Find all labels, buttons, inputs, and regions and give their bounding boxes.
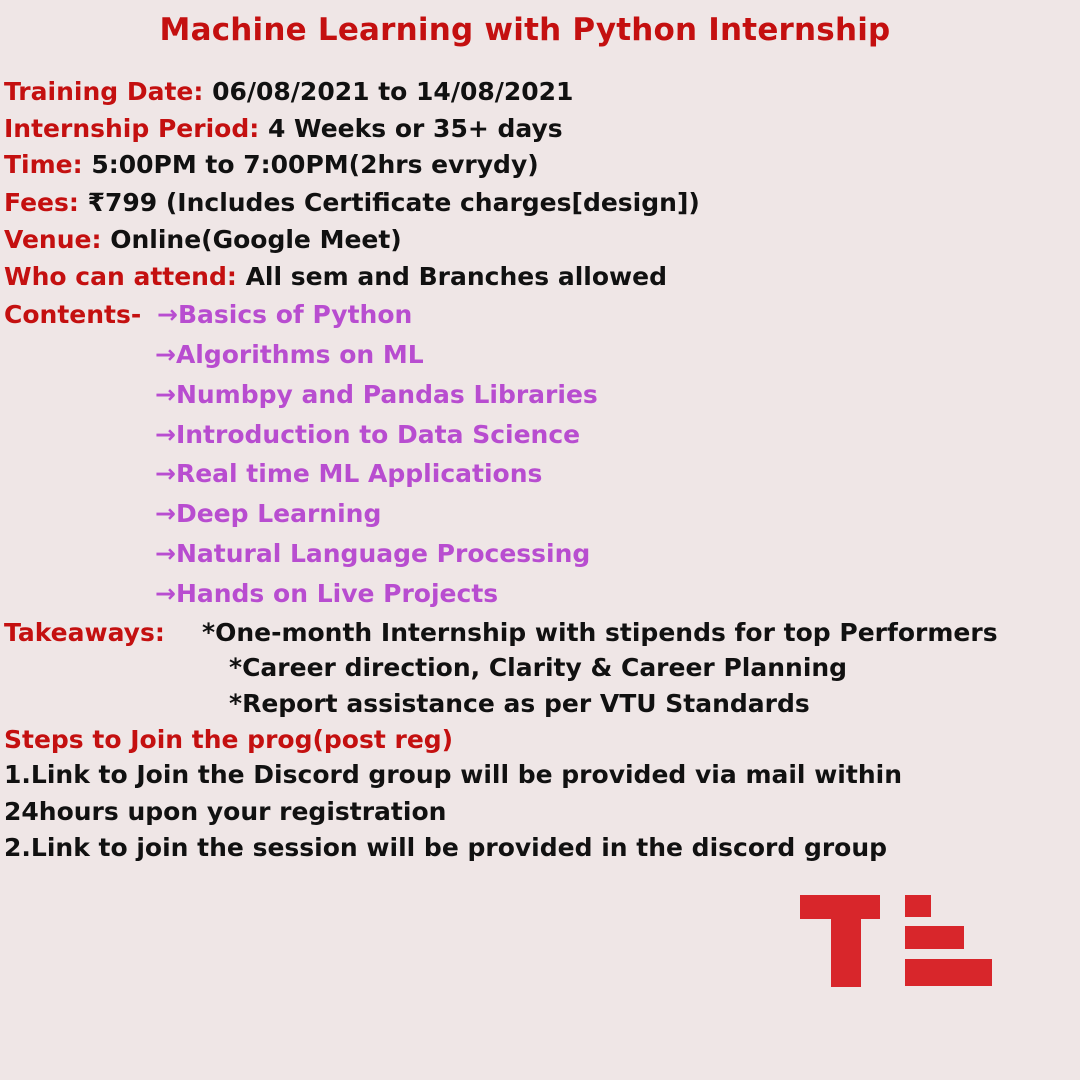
list-item: *Career direction, Clarity & Career Plan…: [229, 653, 848, 682]
steps-line: 2.Link to join the session will be provi…: [4, 833, 888, 862]
detail-label: Fees:: [4, 188, 79, 217]
list-item: →Numbpy and Pandas Libraries: [155, 380, 598, 409]
list-item: →Hands on Live Projects: [155, 579, 499, 608]
list-item: →Introduction to Data Science: [155, 420, 581, 449]
list-item: →Deep Learning: [155, 499, 382, 528]
contents-label: Contents-: [4, 300, 142, 329]
list-item: →Basics of Python: [157, 300, 413, 329]
tl-logo-icon: [800, 895, 992, 987]
steps-line: 24hours upon your registration: [4, 797, 447, 826]
detail-value: 5:00PM to 7:00PM(2hrs evrydy): [82, 150, 539, 179]
detail-internship-period: Internship Period: 4 Weeks or 35+ days: [4, 113, 563, 145]
list-item: →Natural Language Processing: [155, 539, 591, 568]
detail-value: 4 Weeks or 35+ days: [259, 114, 563, 143]
detail-value: 06/08/2021 to 14/08/2021: [203, 77, 574, 106]
takeaways-label: Takeaways:: [4, 618, 165, 647]
detail-fees: Fees: ₹799 (Includes Certificate charges…: [4, 187, 700, 219]
list-item: →Algorithms on ML: [155, 340, 424, 369]
detail-value: Online(Google Meet): [101, 225, 402, 254]
detail-value: ₹799 (Includes Certificate charges[desig…: [78, 188, 700, 217]
detail-label: Training Date:: [4, 77, 204, 106]
detail-label: Venue:: [4, 225, 102, 254]
contents-section: Contents-: [4, 299, 141, 331]
detail-training-date: Training Date: 06/08/2021 to 14/08/2021: [4, 76, 573, 108]
detail-who-can-attend: Who can attend: All sem and Branches all…: [4, 261, 667, 293]
steps-line: 1.Link to Join the Discord group will be…: [4, 760, 902, 789]
detail-label: Time:: [4, 150, 83, 179]
takeaways-section: Takeaways:: [4, 617, 165, 649]
list-item: *One-month Internship with stipends for …: [202, 618, 998, 647]
detail-venue: Venue: Online(Google Meet): [4, 224, 402, 256]
detail-time: Time: 5:00PM to 7:00PM(2hrs evrydy): [4, 149, 539, 181]
detail-value: All sem and Branches allowed: [236, 262, 667, 291]
list-item: *Report assistance as per VTU Standards: [229, 689, 810, 718]
page-title: Machine Learning with Python Internship: [159, 12, 891, 48]
detail-label: Internship Period:: [4, 114, 260, 143]
list-item: →Real time ML Applications: [155, 459, 543, 488]
steps-heading: Steps to Join the prog(post reg): [4, 725, 454, 754]
detail-label: Who can attend:: [4, 262, 237, 291]
